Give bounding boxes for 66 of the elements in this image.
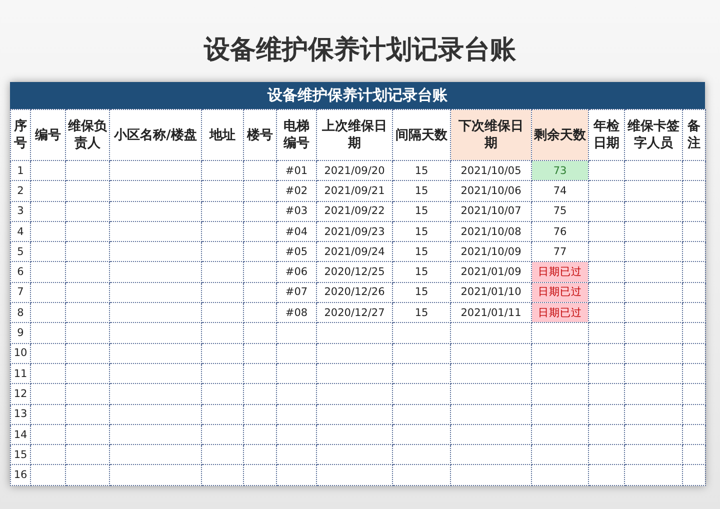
table-cell: 3 [10,201,30,222]
column-header: 维保负责人 [66,110,110,160]
table-cell: 15 [392,160,450,181]
table-cell: 15 [392,242,450,262]
column-header: 年检日期 [588,110,624,160]
table-banner: 设备维护保养计划记录台账 [10,82,705,109]
table-cell: 2021/09/23 [316,221,392,242]
table-cell: 15 [392,302,450,323]
table-cell: #07 [276,282,316,303]
table-cell: 9 [10,322,30,344]
column-header: 上次维保日期 [316,110,392,160]
table-cell: 2021/10/07 [450,201,532,222]
page-title: 设备维护保养计划记录台账 [204,34,516,66]
table-cell: #04 [276,221,316,242]
table-cell: 2021/10/09 [450,242,532,262]
column-header: 电梯编号 [276,110,316,160]
table-cell: #01 [276,160,316,181]
table-cell: #03 [276,201,316,222]
table-cell: 15 [392,221,450,242]
table-cell: 15 [392,262,450,282]
column-header: 下次维保日期 [450,110,532,160]
table-cell: 15 [392,201,450,222]
table-cell: 10 [10,343,30,364]
table-cell: 14 [10,424,30,445]
column-header: 楼号 [244,110,276,160]
table-cell: 15 [392,282,450,303]
table-cell: 5 [10,242,30,262]
table-cell: 2021/10/06 [450,180,532,202]
table-cell: 2020/12/26 [316,282,392,303]
table-cell: 13 [10,404,30,424]
column-header: 备注 [682,110,706,160]
table-cell: 2 [10,180,30,202]
table-cell: 2020/12/27 [316,302,392,323]
table-cell: 1 [10,160,30,181]
table-cell: #05 [276,242,316,262]
table-cell: 2021/09/20 [316,160,392,181]
table-cell: 15 [392,180,450,202]
table-cell: #08 [276,302,316,323]
table-cell: #02 [276,180,316,202]
table-cell: 2021/10/08 [450,221,532,242]
table-cell: 76 [532,221,588,242]
column-header: 地址 [202,110,244,160]
column-header: 维保卡签字人员 [624,110,682,160]
table-cell: 日期已过 [532,302,588,323]
table-cell: 11 [10,363,30,384]
table-cell: 6 [10,262,30,282]
table-cell: 75 [532,201,588,222]
table-cell: 16 [10,464,30,486]
table-cell: 2020/12/25 [316,262,392,282]
table-cell: 12 [10,384,30,404]
column-header: 编号 [30,110,66,160]
column-header: 剩余天数 [532,110,588,160]
column-header: 小区名称/楼盘 [110,110,202,160]
table-cell: 73 [532,160,588,181]
table-cell: 2021/09/24 [316,242,392,262]
column-header: 序号 [10,110,30,160]
table-cell: 7 [10,282,30,303]
table-cell: 2021/09/21 [316,180,392,202]
table-cell: 日期已过 [532,262,588,282]
table-cell: 2021/09/22 [316,201,392,222]
table-cell: 日期已过 [532,282,588,303]
table-cell: #06 [276,262,316,282]
table-cell: 15 [10,444,30,465]
table-cell: 8 [10,302,30,323]
table-cell: 4 [10,221,30,242]
table-cell: 74 [532,180,588,202]
